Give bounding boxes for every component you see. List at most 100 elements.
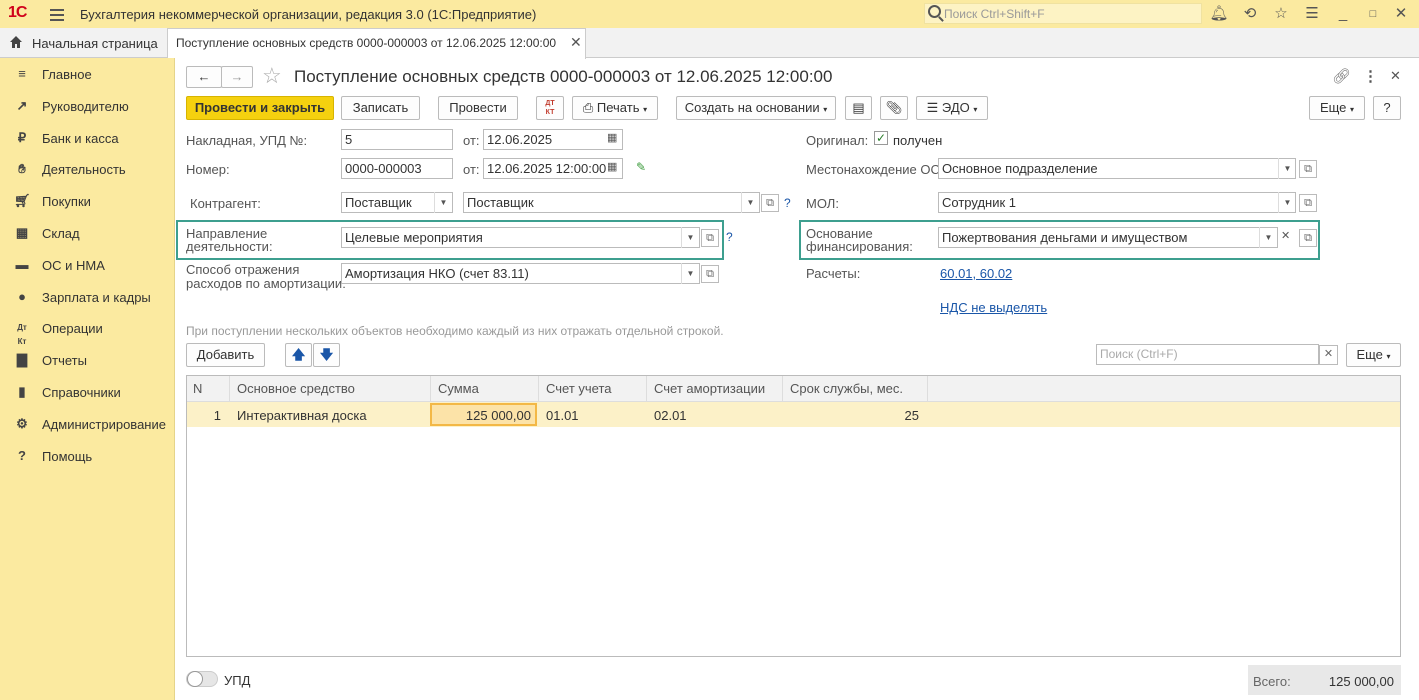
hint-text: При поступлении нескольких объектов необ… [186, 324, 724, 338]
create-based-on-button[interactable]: Создать на основании ▾ [676, 96, 836, 120]
search-icon [928, 5, 941, 18]
column-header-n[interactable]: N [193, 381, 202, 396]
column-header-sum[interactable]: Сумма [438, 381, 479, 396]
close-window-icon[interactable]: ✕ [1390, 4, 1412, 24]
column-header-life[interactable]: Срок службы, мес. [790, 381, 903, 396]
location-select[interactable]: Основное подразделение [938, 158, 1296, 179]
open-icon[interactable]: ⧉ [1299, 194, 1317, 212]
warehouse-icon: ▦ [15, 225, 29, 240]
cell-sum[interactable]: 125 000,00 [432, 408, 531, 423]
more-button[interactable]: Еще ▾ [1309, 96, 1365, 120]
open-icon[interactable]: ⧉ [761, 194, 779, 212]
table-search-input[interactable]: Поиск (Ctrl+F) [1096, 344, 1319, 365]
invoice-date-input[interactable]: 12.06.2025 [483, 129, 623, 150]
calendar-icon[interactable]: ▦ [607, 160, 617, 173]
move-up-icon[interactable]: 🡅 [285, 343, 312, 367]
edo-button[interactable]: ☰ ЭДО ▾ [916, 96, 988, 120]
more-vertical-icon[interactable]: ⋮ [1363, 67, 1378, 85]
chevron-down-icon[interactable]: ▼ [434, 192, 452, 213]
page-title: Поступление основных средств 0000-000003… [294, 67, 833, 86]
sidebar-item-activity[interactable]: ✋︎ Деятельность [0, 154, 175, 184]
vat-link[interactable]: НДС не выделять [940, 300, 1047, 315]
activity-select[interactable]: Целевые мероприятия [341, 227, 700, 248]
history-icon[interactable]: ⟲ [1239, 4, 1261, 24]
sidebar-item-purchases[interactable]: 🛒︎ Покупки [0, 186, 175, 216]
open-icon[interactable]: ⧉ [1299, 160, 1317, 178]
post-and-close-button[interactable]: Провести и закрыть [186, 96, 334, 120]
forward-button[interactable]: → [221, 66, 253, 88]
dt-kt-button[interactable]: ДТ КТ [536, 96, 564, 120]
save-button[interactable]: Записать [341, 96, 420, 120]
main-menu-icon[interactable] [50, 6, 64, 24]
cell-n: 1 [213, 408, 221, 423]
settlements-link[interactable]: 60.01, 60.02 [940, 266, 1012, 281]
chevron-down-icon[interactable]: ▼ [1278, 192, 1296, 213]
cell-amort-account[interactable]: 02.01 [654, 408, 687, 423]
close-form-icon[interactable]: ✕ [1390, 68, 1401, 84]
contractor-input[interactable]: Поставщик [463, 192, 760, 213]
cell-account[interactable]: 01.01 [546, 408, 579, 423]
funding-select[interactable]: Пожертвования деньгами и имуществом [938, 227, 1278, 248]
bell-icon[interactable]: 🔔︎ [1208, 4, 1230, 24]
chevron-down-icon[interactable]: ▼ [741, 192, 759, 213]
tab-home-label: Начальная страница [32, 36, 158, 51]
sidebar-item-bank[interactable]: ₽ Банк и касса [0, 123, 175, 153]
mol-label: МОЛ: [806, 196, 839, 211]
cell-asset[interactable]: Интерактивная доска [237, 408, 367, 423]
print-button[interactable]: ⎙ Печать ▾ [572, 96, 658, 120]
truck-icon: ▬ [15, 257, 29, 272]
sidebar-item-assets[interactable]: ▬ ОС и НМА [0, 250, 175, 280]
clear-icon[interactable]: ✕ [1281, 229, 1290, 242]
back-button[interactable]: ← [186, 66, 222, 88]
table-more-button[interactable]: Еще ▾ [1346, 343, 1401, 367]
printer-icon: ⎙ [582, 100, 597, 115]
attachment-icon[interactable]: 📎︎ [880, 96, 908, 120]
help-question-icon[interactable]: ? [784, 196, 791, 210]
star-icon[interactable]: ☆ [1270, 4, 1292, 24]
chevron-down-icon[interactable]: ▼ [1259, 227, 1277, 248]
open-icon[interactable]: ⧉ [1299, 229, 1317, 247]
move-down-icon[interactable]: 🡇 [313, 343, 340, 367]
sidebar-item-directories[interactable]: ▮ Справочники [0, 377, 175, 407]
chevron-down-icon[interactable]: ▼ [681, 263, 699, 284]
invoice-label: Накладная, УПД №: [186, 133, 308, 148]
add-row-button[interactable]: Добавить [186, 343, 265, 367]
invoice-number-input[interactable]: 5 [341, 129, 453, 150]
sidebar-item-admin[interactable]: ⚙ Администрирование [0, 409, 175, 439]
link-icon[interactable]: 🔗︎ [1332, 67, 1351, 85]
sidebar-item-manager[interactable]: ↗ Руководителю [0, 91, 175, 121]
post-button[interactable]: Провести [438, 96, 518, 120]
chevron-down-icon[interactable]: ▼ [1278, 158, 1296, 179]
open-icon[interactable]: ⧉ [701, 229, 719, 247]
settlements-label: Расчеты: [806, 266, 861, 281]
mol-select[interactable]: Сотрудник 1 [938, 192, 1296, 213]
close-tab-icon[interactable]: ✕ [570, 34, 582, 51]
help-button[interactable]: ? [1373, 96, 1401, 120]
column-header-account[interactable]: Счет учета [546, 381, 612, 396]
amortization-select[interactable]: Амортизация НКО (счет 83.11) [341, 263, 700, 284]
column-header-asset[interactable]: Основное средство [237, 381, 355, 396]
sidebar-item-operations[interactable]: Дт Кт Операции [0, 313, 175, 346]
chevron-down-icon[interactable]: ▼ [681, 227, 699, 248]
original-checkbox[interactable]: ✓ [874, 131, 888, 145]
calendar-icon[interactable]: ▦ [607, 131, 617, 144]
help-question-icon[interactable]: ? [726, 230, 733, 244]
sidebar-item-reports[interactable]: ▇ Отчеты [0, 345, 175, 375]
sidebar-item-warehouse[interactable]: ▦ Склад [0, 218, 175, 248]
minimize-icon[interactable]: _ [1332, 4, 1354, 24]
settings-icon[interactable]: ☰ [1301, 4, 1323, 24]
restore-icon[interactable]: □ [1362, 4, 1384, 24]
column-separator [538, 376, 539, 402]
number-date-input[interactable]: 12.06.2025 12:00:00 [483, 158, 623, 179]
structure-icon[interactable]: ▤ [845, 96, 872, 120]
favorite-star-icon[interactable]: ☆ [262, 63, 282, 89]
sidebar-item-main[interactable]: ≡ Главное [0, 59, 175, 89]
edit-check-icon[interactable]: ✎ [636, 160, 646, 174]
clear-search-icon[interactable]: ✕ [1319, 345, 1338, 365]
sidebar-item-help[interactable]: ? Помощь [0, 441, 175, 471]
sidebar-item-salary[interactable]: ● Зарплата и кадры [0, 282, 175, 312]
column-header-amort-account[interactable]: Счет амортизации [654, 381, 765, 396]
open-icon[interactable]: ⧉ [701, 265, 719, 283]
number-input[interactable]: 0000-000003 [341, 158, 453, 179]
cell-life[interactable]: 25 [790, 408, 919, 423]
